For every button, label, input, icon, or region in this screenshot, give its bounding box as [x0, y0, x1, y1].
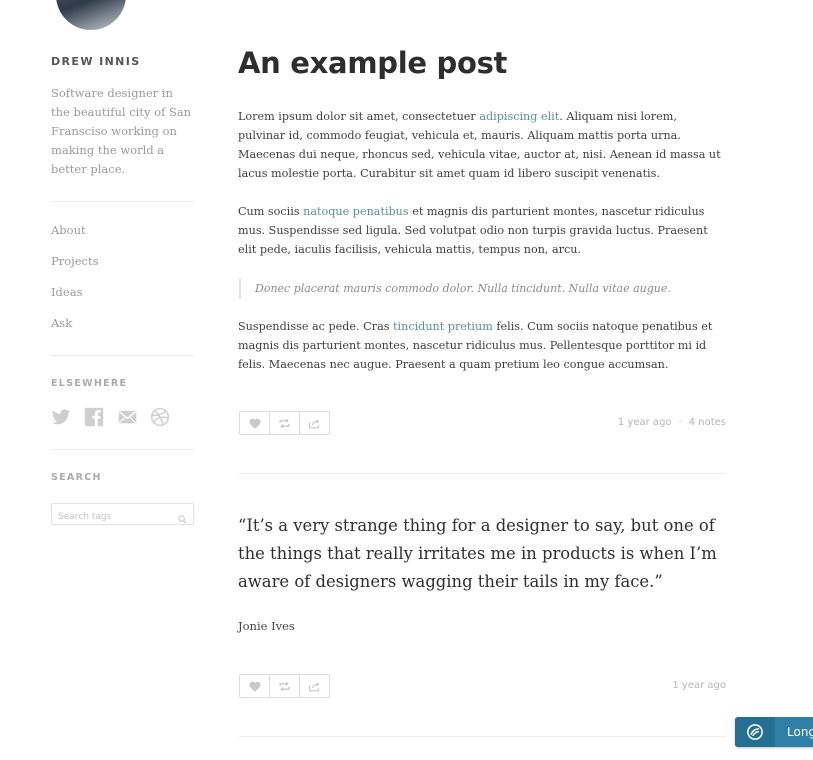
search-input[interactable]: [52, 508, 173, 526]
reblog-icon: [279, 418, 290, 428]
post-actions: [239, 411, 330, 435]
post-timestamp[interactable]: 1 year ago: [618, 417, 672, 428]
post-meta: 1 year ago: [672, 680, 726, 691]
nav-item-ask[interactable]: Ask: [51, 316, 72, 330]
search-heading: SEARCH: [51, 472, 102, 483]
post-title[interactable]: An example post: [238, 46, 507, 80]
post-divider: [239, 736, 726, 737]
text: Lorem ipsum dolor sit amet, consectetuer: [238, 110, 480, 123]
twitter-icon[interactable]: [51, 407, 72, 428]
floating-long-button[interactable]: Long: [735, 717, 813, 747]
post-paragraph: Cum sociis natoque penatibus et magnis d…: [238, 202, 726, 259]
social-links: [51, 407, 171, 428]
nav-item-projects[interactable]: Projects: [51, 254, 99, 268]
like-button[interactable]: [240, 675, 270, 697]
quote-text: “It’s a very strange thing for a designe…: [238, 516, 717, 591]
divider: [51, 449, 194, 450]
post-timestamp[interactable]: 1 year ago: [672, 680, 726, 691]
search-icon[interactable]: [178, 509, 187, 528]
elsewhere-heading: ELSEWHERE: [51, 378, 128, 389]
text: Cum sociis: [238, 205, 304, 218]
share-icon: [309, 418, 320, 428]
post-blockquote: Donec placerat mauris commodo dolor. Nul…: [239, 278, 725, 299]
reblog-button[interactable]: [270, 675, 300, 697]
divider: [51, 355, 194, 356]
avatar[interactable]: [56, 0, 126, 30]
nav-item-about[interactable]: About: [51, 223, 86, 237]
heart-icon: [249, 681, 260, 692]
post-meta: 1 year ago · 4 notes: [618, 417, 726, 428]
reblog-icon: [279, 681, 290, 691]
dribbble-icon[interactable]: [150, 407, 171, 428]
post-link[interactable]: adipiscing elit: [479, 110, 559, 123]
floating-button-label: Long: [787, 725, 813, 739]
post-divider: [239, 473, 726, 474]
post-link[interactable]: tincidunt pretium: [393, 320, 493, 333]
search-box: [51, 503, 194, 528]
quote-source: Jonie Ives: [238, 619, 295, 633]
post-link[interactable]: natoque penatibus: [303, 205, 409, 218]
share-icon: [309, 681, 320, 691]
reblog-button[interactable]: [270, 412, 300, 434]
post-paragraph: Lorem ipsum dolor sit amet, consectetuer…: [238, 107, 726, 183]
nav-item-ideas[interactable]: Ideas: [51, 285, 82, 299]
share-button[interactable]: [300, 412, 329, 434]
post-notes-count[interactable]: 4 notes: [689, 417, 726, 428]
text: Suspendisse ac pede. Cras: [238, 320, 394, 333]
blog-description: Software designer in the beautiful city …: [51, 86, 192, 176]
like-button[interactable]: [240, 412, 270, 434]
divider: [51, 201, 194, 202]
email-icon[interactable]: [117, 407, 138, 428]
facebook-icon[interactable]: [84, 407, 105, 428]
share-button[interactable]: [300, 675, 329, 697]
app-logo-icon: [735, 717, 775, 747]
separator: ·: [678, 417, 682, 428]
post-actions: [239, 674, 330, 698]
post-paragraph: Suspendisse ac pede. Cras tincidunt pret…: [238, 317, 726, 374]
heart-icon: [249, 418, 260, 429]
blog-name[interactable]: DREW INNIS: [51, 55, 141, 68]
